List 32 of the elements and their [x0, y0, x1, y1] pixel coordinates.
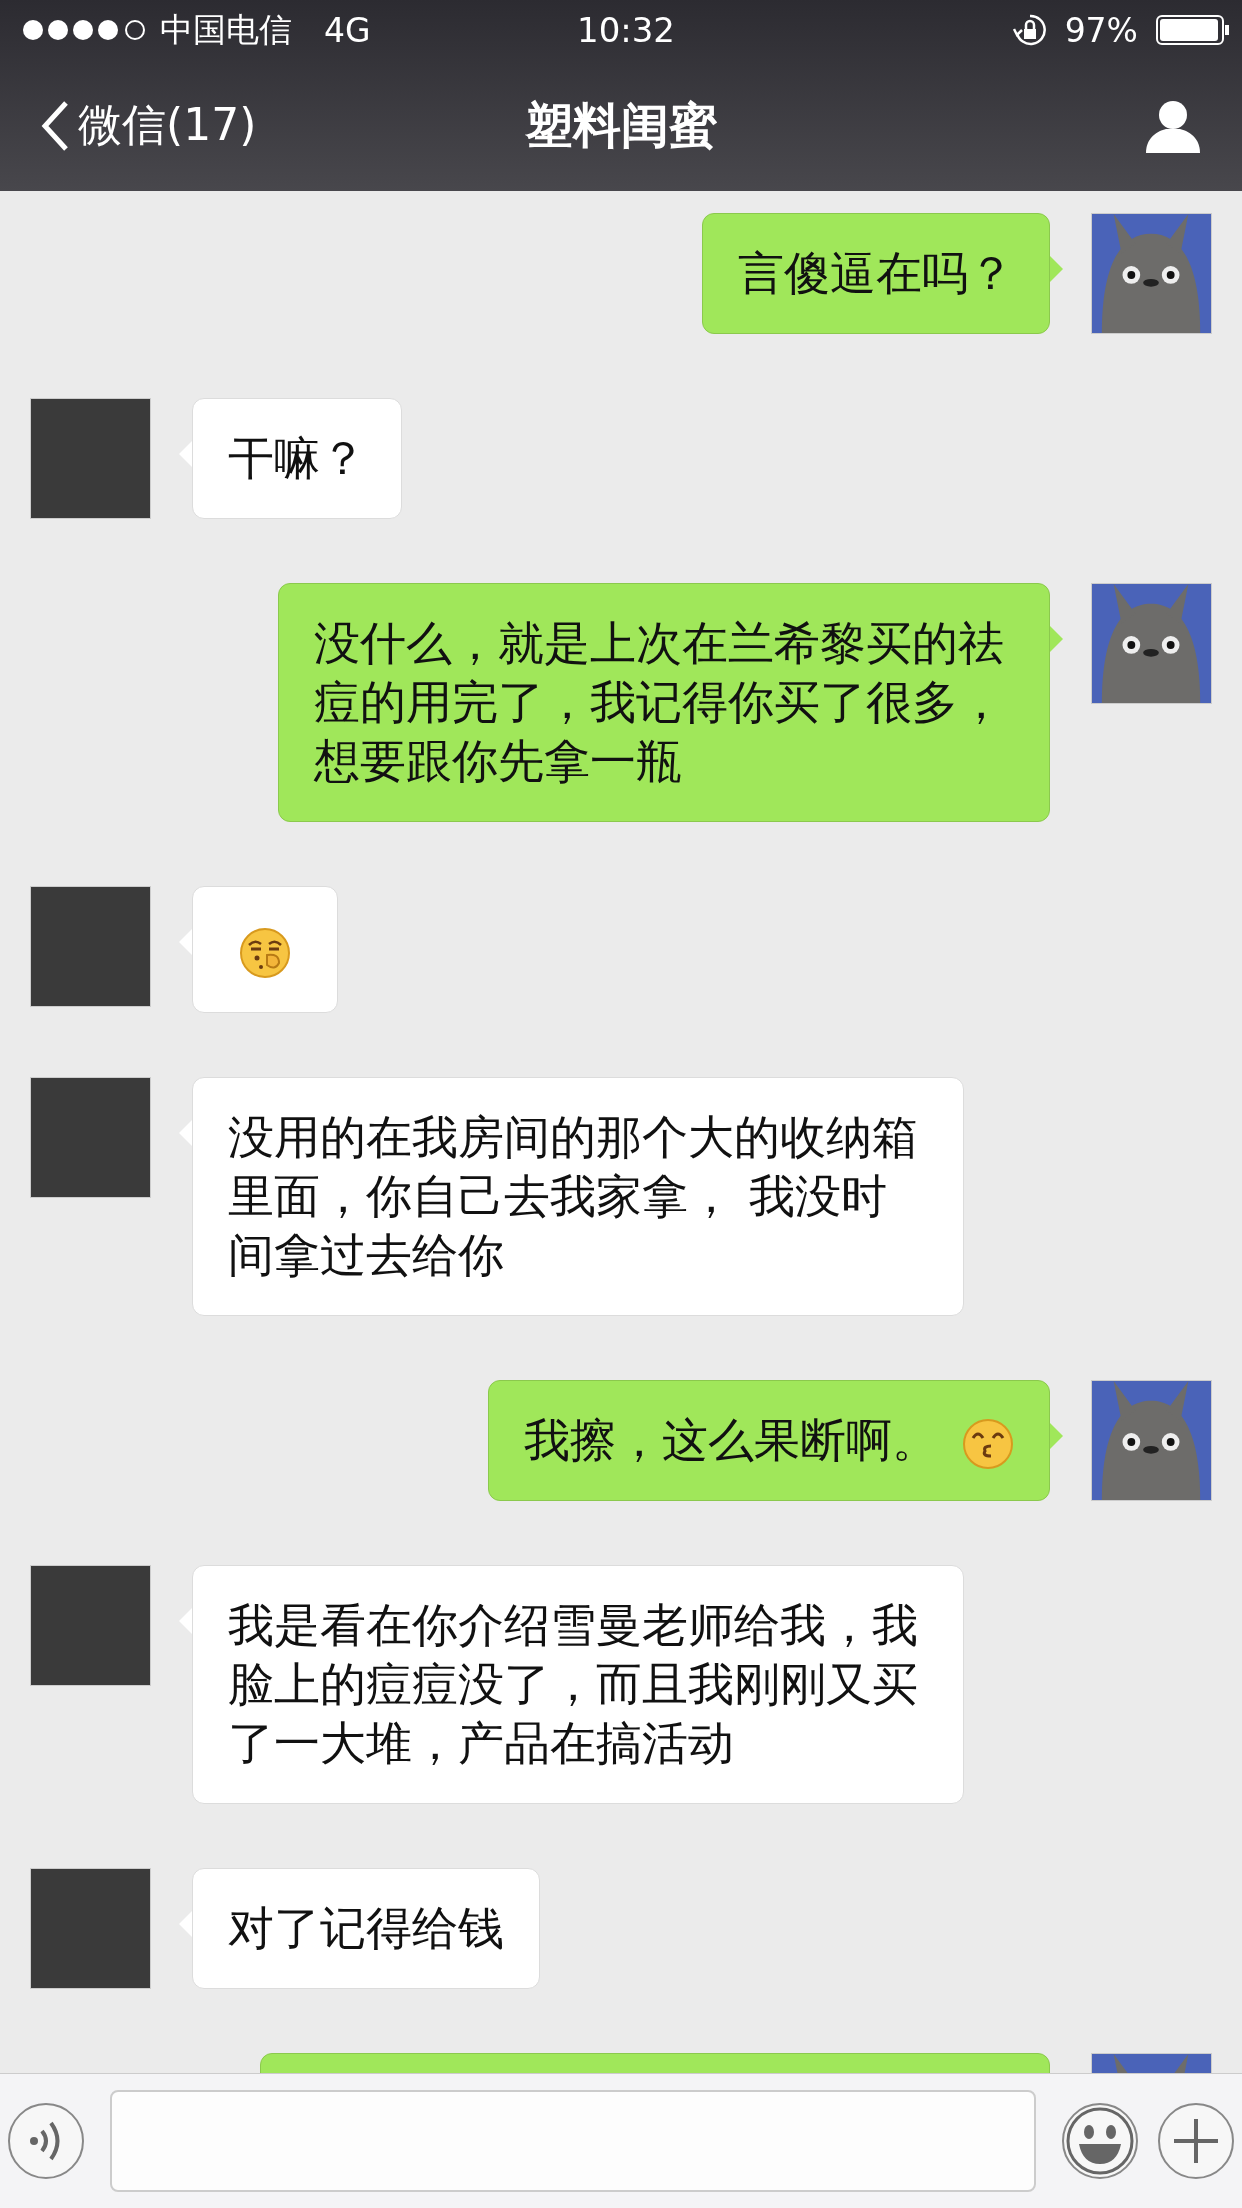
clock-time: 10:32 [577, 10, 675, 50]
network-type: 4G [324, 10, 371, 50]
carrier-name: 中国电信 [160, 8, 292, 51]
avatar-image[interactable] [1091, 1380, 1212, 1501]
avatar-photo[interactable] [30, 1565, 151, 1686]
message-bubble: 我是看在你介绍雪曼老师给我，我脸上的痘痘没了，而且我刚刚又买了一大堆，产品在搞活动 [192, 1565, 964, 1804]
smiley-icon [1065, 2106, 1135, 2176]
bubble-tail [1049, 625, 1063, 653]
message-bubble: 没什么，就是上次在兰希黎买的祛痘的用完了，我记得你买了很多，想要跟你先拿一瓶 [278, 583, 1050, 822]
battery-icon [1156, 15, 1230, 45]
avatar-photo[interactable] [30, 1868, 151, 1989]
chat-title: 塑料闺蜜 [525, 95, 717, 155]
avatar-photo[interactable] [30, 398, 151, 519]
back-button[interactable]: 微信(17) [40, 96, 360, 155]
signal-icon [22, 19, 148, 41]
message-input-field[interactable] [110, 2090, 1036, 2192]
avatar-photo[interactable] [30, 1077, 151, 1198]
plus-icon [1171, 2116, 1221, 2166]
emoji-icon [239, 926, 291, 979]
avatar-photo[interactable] [30, 886, 151, 1007]
rotation-lock-icon [1012, 13, 1047, 47]
chevron-left-icon [40, 99, 70, 152]
message-bubble: 没用的在我房间的那个大的收纳箱里面，你自己去我家拿， 我没时间拿过去给你 [192, 1077, 964, 1316]
battery-percent: 97% [1064, 10, 1138, 50]
message-bubble: 干嘛？ [192, 398, 402, 519]
bubble-tail [1049, 255, 1063, 283]
message-bubble: 言傻逼在吗？ [702, 213, 1050, 334]
message-bubble: 对了记得给钱 [192, 1868, 540, 1989]
avatar-image[interactable] [1091, 213, 1212, 334]
emoji-icon [962, 1417, 1014, 1470]
message-text: 我擦，这么果断啊。 [524, 1413, 938, 1467]
avatar-image[interactable] [1091, 583, 1212, 704]
